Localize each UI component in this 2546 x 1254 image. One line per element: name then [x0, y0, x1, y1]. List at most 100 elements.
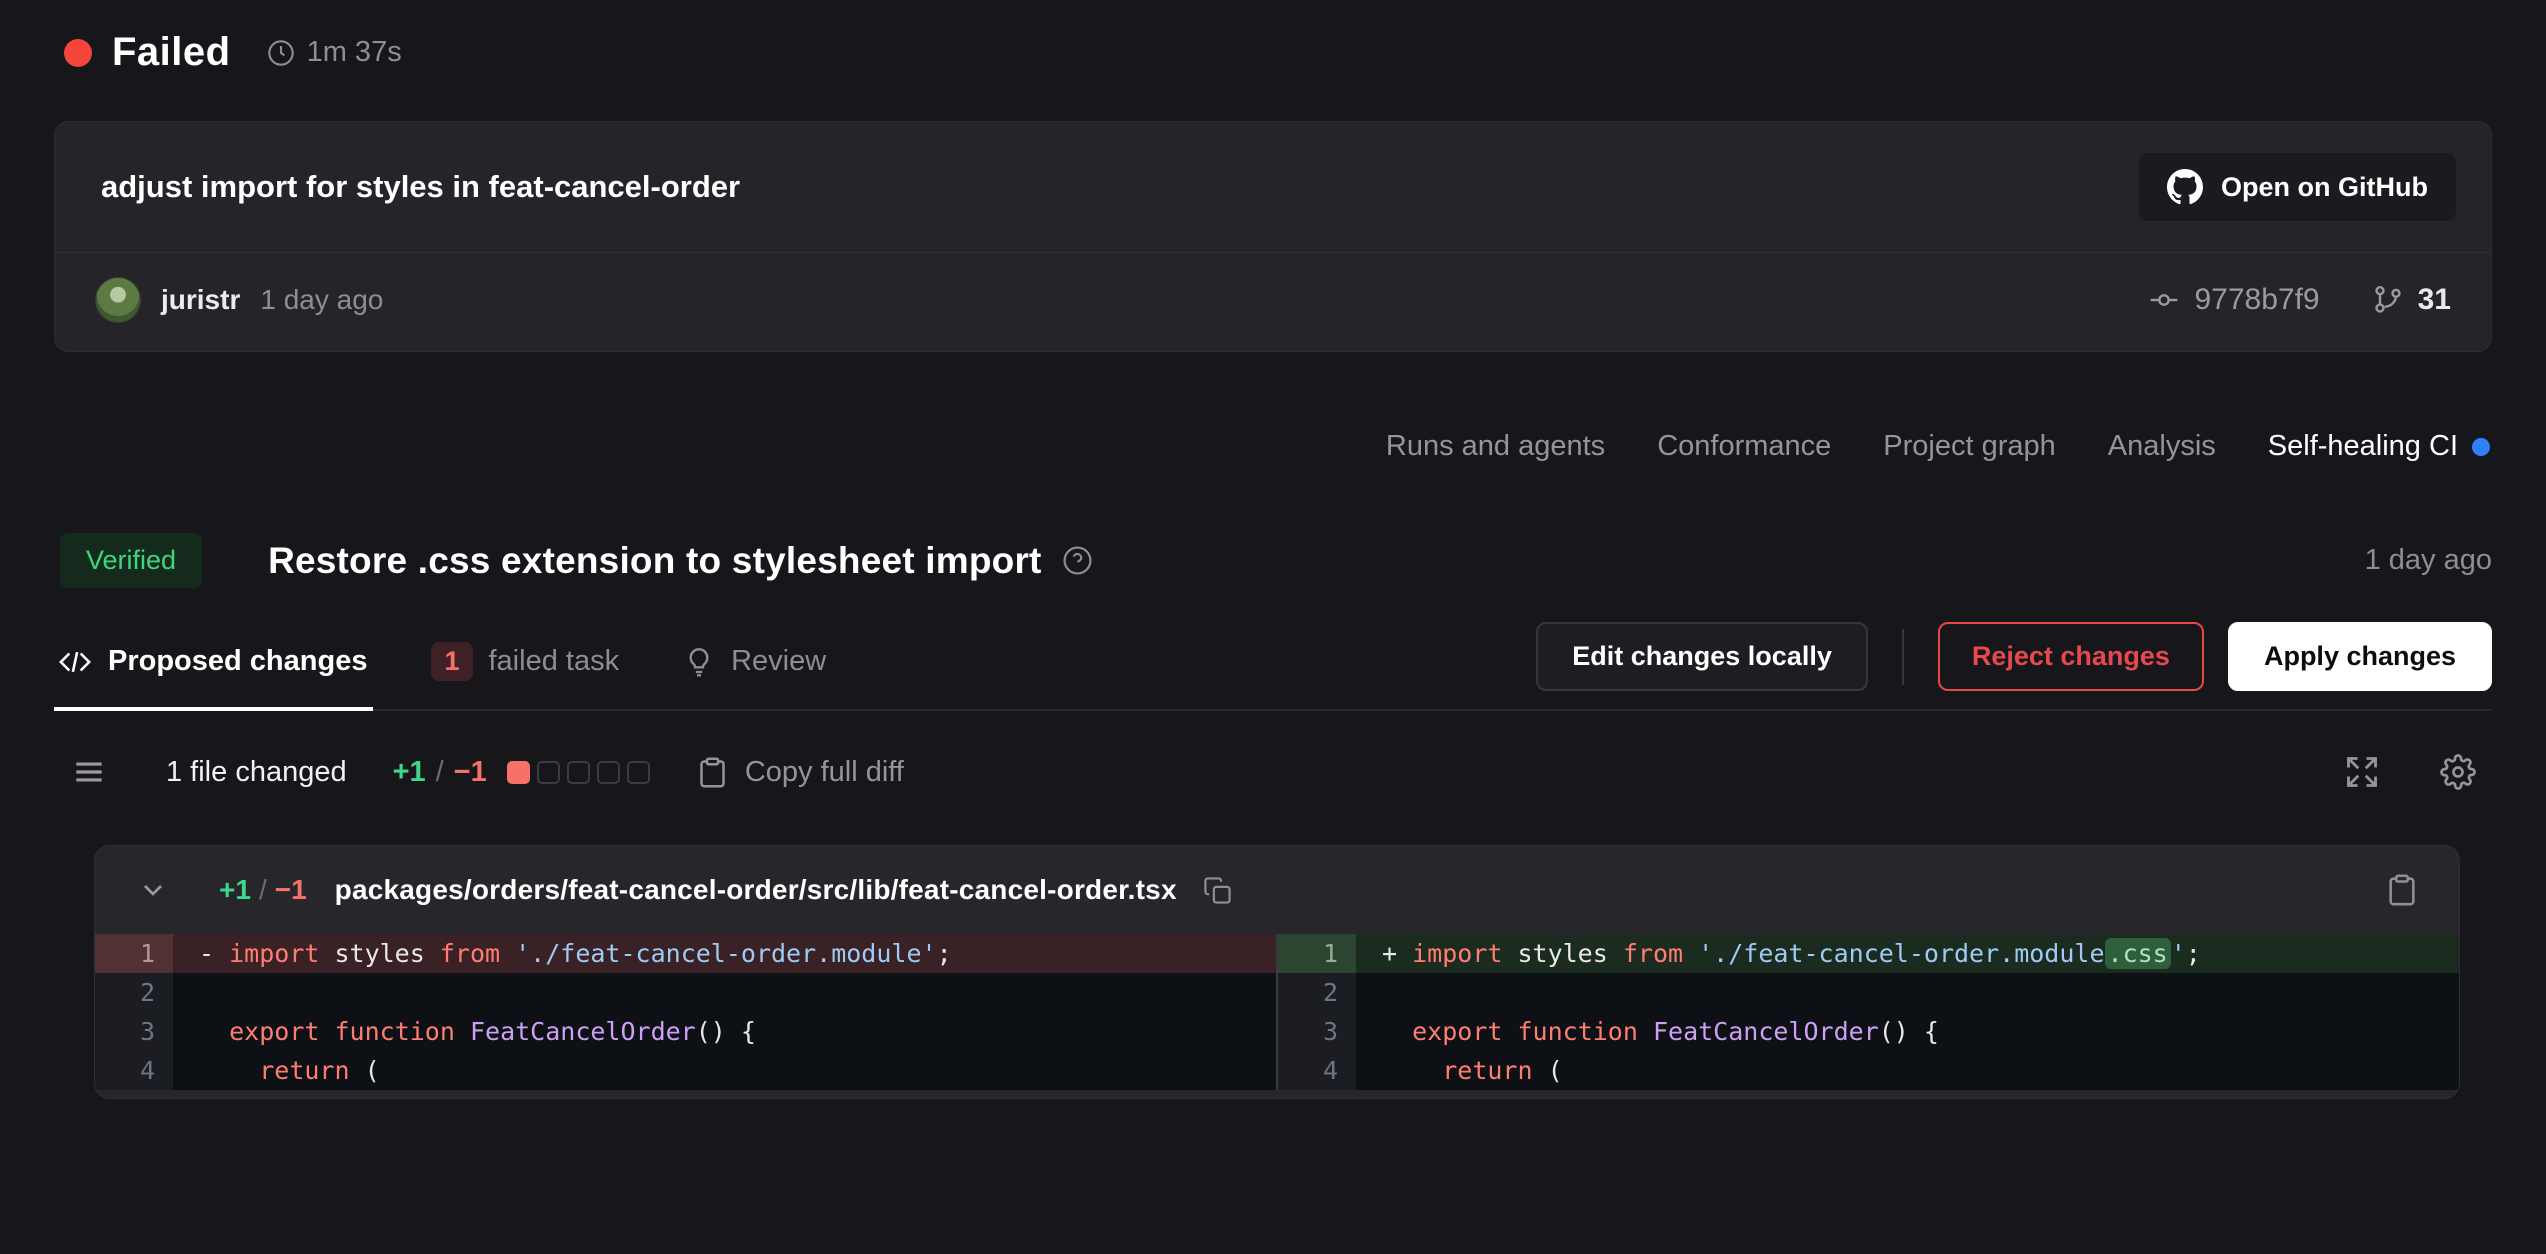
- edit-changes-locally-button[interactable]: Edit changes locally: [1536, 622, 1868, 691]
- run-status-label: Failed: [112, 30, 231, 75]
- diff-pane-right[interactable]: 1+ import styles from './feat-cancel-ord…: [1276, 934, 2459, 1090]
- file-deletions: −1: [275, 874, 307, 906]
- deletions-count: −1: [454, 756, 487, 789]
- diff-toolbar: 1 file changed +1 / −1 Copy full diff: [54, 753, 2492, 791]
- line-number: 1: [95, 934, 173, 973]
- line-number: 4: [1278, 1051, 1356, 1090]
- branch-count-group[interactable]: 31: [2372, 283, 2451, 317]
- nav-conformance[interactable]: Conformance: [1657, 430, 1831, 463]
- code-icon: [58, 645, 92, 679]
- code-line: 2: [1278, 973, 2459, 1012]
- copy-full-diff-button[interactable]: Copy full diff: [696, 756, 904, 789]
- failed-status-dot-icon: [64, 39, 92, 67]
- nav-self-healing-ci-label: Self-healing CI: [2268, 430, 2458, 463]
- line-number: 4: [95, 1051, 173, 1090]
- commit-card: adjust import for styles in feat-cancel-…: [54, 121, 2492, 352]
- diff-file-header: +1 / −1 packages/orders/feat-cancel-orde…: [95, 846, 2459, 934]
- fix-header: Verified Restore .css extension to style…: [54, 533, 2492, 588]
- code-line: 3 export function FeatCancelOrder() {: [1278, 1012, 2459, 1051]
- line-number: 3: [95, 1012, 173, 1051]
- code-line: 2: [95, 973, 1276, 1012]
- tab-review[interactable]: Review: [679, 626, 832, 709]
- code-content: [1356, 973, 2459, 1012]
- line-number: 3: [1278, 1012, 1356, 1051]
- code-content: return (: [173, 1051, 1276, 1090]
- stat-block: [537, 761, 560, 784]
- expand-icon[interactable]: [2344, 754, 2380, 790]
- file-additions: +1: [219, 874, 251, 906]
- nav-project-graph[interactable]: Project graph: [1883, 430, 2056, 463]
- code-line: 4 return (: [1278, 1051, 2459, 1090]
- help-icon[interactable]: [1062, 545, 1093, 576]
- notification-dot-icon: [2472, 438, 2490, 456]
- line-number: 2: [95, 973, 173, 1012]
- stat-block: [597, 761, 620, 784]
- action-buttons: Edit changes locally Reject changes Appl…: [1536, 622, 2492, 709]
- copy-file-diff-icon[interactable]: [2385, 873, 2419, 907]
- clipboard-icon: [696, 756, 729, 789]
- code-content: [173, 973, 1276, 1012]
- chevron-down-icon[interactable]: [137, 874, 169, 906]
- failed-count-badge: 1: [431, 642, 472, 681]
- nav-runs-and-agents[interactable]: Runs and agents: [1386, 430, 1605, 463]
- tab-failed-task[interactable]: 1 failed task: [427, 626, 625, 709]
- stat-block: [627, 761, 650, 784]
- author-group: juristr 1 day ago: [95, 277, 383, 323]
- commit-hash: 9778b7f9: [2194, 283, 2319, 317]
- code-line: 3 export function FeatCancelOrder() {: [95, 1012, 1276, 1051]
- code-content: + import styles from './feat-cancel-orde…: [1356, 934, 2459, 973]
- diff-pane-left[interactable]: 1- import styles from './feat-cancel-ord…: [95, 934, 1276, 1090]
- open-on-github-button[interactable]: Open on GitHub: [2138, 152, 2457, 222]
- git-commit-icon: [2148, 284, 2180, 316]
- tabs-row: Proposed changes 1 failed task Review Ed…: [54, 622, 2492, 711]
- github-logo-icon: [2167, 169, 2203, 205]
- file-diffstat: +1 / −1: [219, 874, 307, 906]
- fix-time: 1 day ago: [2365, 544, 2492, 577]
- clock-icon: [267, 39, 295, 67]
- diff-body: 1- import styles from './feat-cancel-ord…: [95, 934, 2459, 1090]
- stat-block: [567, 761, 590, 784]
- reject-changes-button[interactable]: Reject changes: [1938, 622, 2204, 691]
- nav-analysis[interactable]: Analysis: [2108, 430, 2216, 463]
- commit-card-top: adjust import for styles in feat-cancel-…: [55, 122, 2491, 253]
- commit-card-bottom: juristr 1 day ago 9778b7f9 31: [55, 253, 2491, 351]
- open-on-github-label: Open on GitHub: [2221, 172, 2428, 203]
- apply-changes-button[interactable]: Apply changes: [2228, 622, 2492, 691]
- diff-toolbar-right: [2344, 754, 2476, 790]
- git-branch-icon: [2372, 284, 2404, 316]
- fix-title: Restore .css extension to stylesheet imp…: [268, 540, 1042, 582]
- code-content: export function FeatCancelOrder() {: [173, 1012, 1276, 1051]
- run-duration-value: 1m 37s: [307, 36, 402, 69]
- tab-review-label: Review: [731, 645, 826, 678]
- additions-count: +1: [393, 756, 426, 789]
- diffstat-separator: /: [436, 756, 444, 789]
- commit-title: adjust import for styles in feat-cancel-…: [101, 169, 740, 205]
- workspace-nav: Runs and agents Conformance Project grap…: [54, 430, 2492, 463]
- code-content: return (: [1356, 1051, 2459, 1090]
- line-number: 2: [1278, 973, 1356, 1012]
- file-path: packages/orders/feat-cancel-order/src/li…: [335, 874, 1177, 906]
- branch-count: 31: [2418, 283, 2451, 317]
- lightbulb-icon: [683, 646, 715, 678]
- run-status-row: Failed 1m 37s: [54, 30, 2492, 75]
- commit-hash-group[interactable]: 9778b7f9: [2148, 283, 2319, 317]
- copy-full-diff-label: Copy full diff: [745, 756, 904, 789]
- code-content: export function FeatCancelOrder() {: [1356, 1012, 2459, 1051]
- actions-divider: [1902, 629, 1904, 685]
- code-line: 1- import styles from './feat-cancel-ord…: [95, 934, 1276, 973]
- diff-panel: +1 / −1 packages/orders/feat-cancel-orde…: [94, 845, 2460, 1099]
- stat-block: [507, 761, 530, 784]
- tabs: Proposed changes 1 failed task Review: [54, 626, 832, 709]
- author-name[interactable]: juristr: [161, 284, 240, 316]
- gear-icon[interactable]: [2440, 754, 2476, 790]
- line-number: 1: [1278, 934, 1356, 973]
- tab-proposed-changes[interactable]: Proposed changes: [54, 626, 373, 711]
- avatar[interactable]: [95, 277, 141, 323]
- diff-stat-blocks: [507, 761, 650, 784]
- tab-failed-task-label: failed task: [489, 645, 620, 678]
- file-diffstat-separator: /: [259, 874, 267, 906]
- hamburger-icon[interactable]: [70, 753, 108, 791]
- nav-self-healing-ci[interactable]: Self-healing CI: [2268, 430, 2490, 463]
- page: Failed 1m 37s adjust import for styles i…: [0, 0, 2546, 1254]
- copy-path-icon[interactable]: [1203, 876, 1232, 905]
